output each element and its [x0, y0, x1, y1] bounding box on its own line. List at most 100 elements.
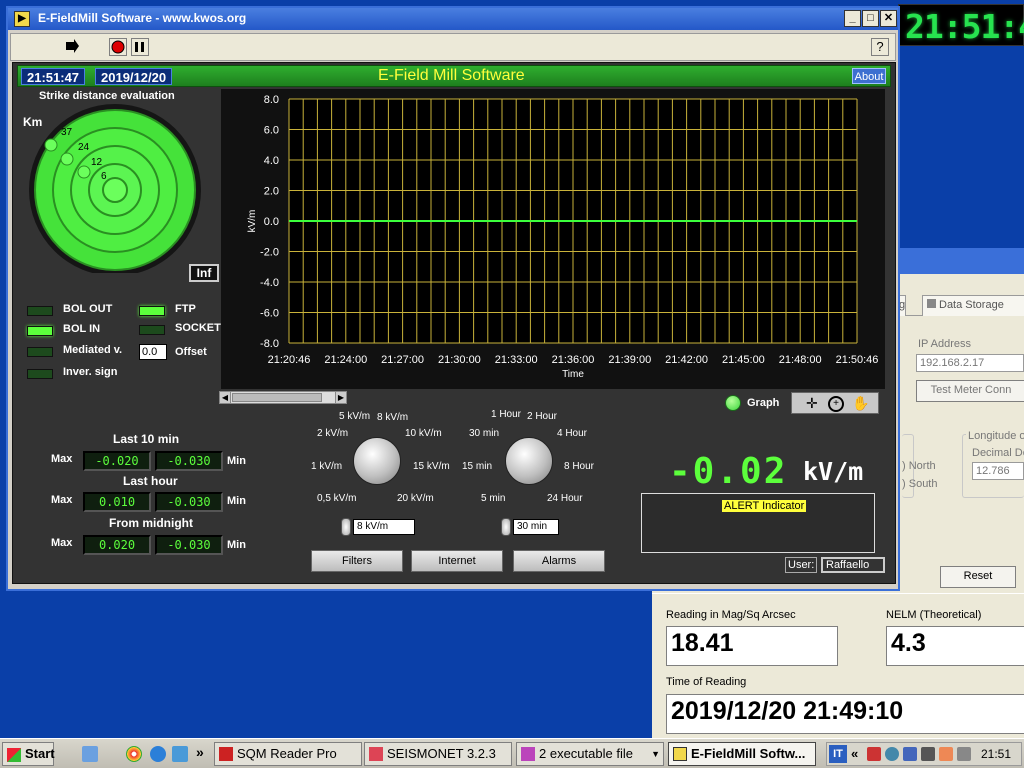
volume-icon[interactable]: [957, 747, 971, 761]
led-ftp: [139, 306, 165, 316]
x-tick-label: 21:48:00: [779, 354, 822, 366]
tray-app-icon-2[interactable]: [885, 747, 899, 761]
max-label-1: Max: [51, 453, 73, 465]
pause-button[interactable]: [131, 38, 149, 56]
chart-area: 8.0 6.0 4.0 2.0 0.0 -2.0 -4.0 -6.0 -8.0 21:20:46 2…: [221, 89, 885, 389]
show-desktop-icon[interactable]: [82, 746, 98, 762]
y-tick-label: 4.0: [264, 155, 279, 167]
time-window-knob[interactable]: [505, 437, 553, 485]
tray-clock[interactable]: 21:51: [981, 747, 1011, 761]
radar-label-12: 12: [91, 157, 103, 168]
mediated-toggle[interactable]: [27, 347, 53, 357]
y-tick-label: 2.0: [264, 186, 279, 198]
led-bol-out: [27, 306, 53, 316]
invert-sign-toggle[interactable]: [27, 369, 53, 379]
scroll-left-arrow[interactable]: ◀: [220, 392, 231, 403]
quick-launch-overflow-icon[interactable]: »: [196, 744, 204, 760]
sqm-app-icon: [219, 747, 233, 761]
last-10-min-min: -0.030: [155, 451, 223, 471]
tab-data-storage[interactable]: Data Storage: [922, 295, 1024, 316]
graph-toggle-led[interactable]: [725, 395, 741, 411]
maximize-button[interactable]: □: [862, 10, 879, 27]
minimize-button[interactable]: _: [844, 10, 861, 27]
range-knob[interactable]: [353, 437, 401, 485]
time-of-reading-label: Time of Reading: [666, 676, 747, 688]
close-button[interactable]: ✕: [880, 10, 897, 27]
alarms-button[interactable]: Alarms: [513, 550, 605, 572]
range-label-10: 10 kV/m: [405, 428, 442, 439]
efieldmill-task-icon: [673, 747, 687, 761]
tray-app-icon-1[interactable]: [867, 747, 881, 761]
min-label-3: Min: [227, 539, 246, 551]
group-dropdown-icon: ▼: [651, 749, 660, 759]
run-arrow-icon[interactable]: [63, 38, 81, 56]
range-spinner[interactable]: [341, 518, 351, 536]
scroll-right-arrow[interactable]: ▶: [335, 392, 346, 403]
north-radio[interactable]: ) North: [902, 460, 936, 472]
language-indicator[interactable]: IT: [829, 745, 847, 763]
range-value[interactable]: 8 kV/m: [353, 519, 415, 535]
pan-hand-icon[interactable]: ✋: [852, 395, 869, 412]
filters-button[interactable]: Filters: [311, 550, 403, 572]
crosshair-icon[interactable]: ✛: [806, 395, 818, 412]
tray-expand-icon[interactable]: «: [851, 746, 858, 761]
radar-label-24: 24: [78, 142, 90, 153]
about-button[interactable]: About: [852, 68, 886, 84]
internet-explorer-icon[interactable]: [150, 746, 166, 762]
task-executable-group[interactable]: 2 executable file ▼: [516, 742, 664, 766]
clock-digits: 21:51:48: [905, 7, 1024, 46]
longitude-field[interactable]: 12.786: [972, 462, 1024, 480]
south-radio[interactable]: ) South: [902, 478, 937, 490]
quick-launch-icon[interactable]: [172, 746, 188, 762]
x-tick-label: 21:33:00: [495, 354, 538, 366]
task-sqm-reader[interactable]: SQM Reader Pro: [214, 742, 362, 766]
y-tick-label: 8.0: [264, 94, 279, 106]
task-executable-label: 2 executable file: [539, 746, 633, 761]
help-button[interactable]: ?: [871, 38, 889, 56]
strike-title: Strike distance evaluation: [39, 90, 175, 102]
front-panel: 21:51:47 2019/12/20 E-Field Mill Softwar…: [12, 62, 896, 584]
sqm-tabs: g Data Storage: [894, 292, 1024, 316]
offset-input[interactable]: 0.0: [139, 344, 167, 360]
x-tick-label: 21:42:00: [665, 354, 708, 366]
tray-app-icon-3[interactable]: [921, 747, 935, 761]
time-label-1h: 1 Hour: [491, 409, 522, 420]
ip-address-field[interactable]: 192.168.2.17: [916, 354, 1024, 372]
header-date: 2019/12/20: [95, 68, 173, 85]
task-seismonet-label: SEISMONET 3.2.3: [387, 746, 496, 761]
internet-button[interactable]: Internet: [411, 550, 503, 572]
task-efieldmill[interactable]: E-FieldMill Softw...: [668, 742, 816, 766]
windows-logo-icon: [7, 748, 21, 762]
start-button[interactable]: Start: [2, 742, 55, 766]
decimal-degrees-label: Decimal De: [972, 447, 1024, 459]
time-spinner[interactable]: [501, 518, 511, 536]
label-bol-out: BOL OUT: [63, 303, 113, 315]
scroll-thumb[interactable]: [232, 393, 322, 402]
test-meter-connection-button[interactable]: Test Meter Conn: [916, 380, 1024, 402]
tray-app-icon-4[interactable]: [939, 747, 953, 761]
abort-stop-button[interactable]: [109, 38, 127, 56]
chart-scrollbar[interactable]: ◀ ▶: [219, 391, 347, 404]
max-label-3: Max: [51, 537, 73, 549]
infinite-distance-indicator: Inf: [189, 264, 219, 282]
reset-button[interactable]: Reset: [940, 566, 1016, 588]
window-titlebar[interactable]: ▶ E-FieldMill Software - www.kwos.org _ …: [8, 8, 898, 30]
zoom-icon[interactable]: +: [828, 396, 844, 412]
radar-center: [102, 177, 128, 203]
alert-indicator: ALERT Indicator: [722, 500, 807, 512]
time-window-value[interactable]: 30 min: [513, 519, 559, 535]
south-label: South: [908, 478, 938, 490]
x-tick-label: 21:50:46: [836, 354, 879, 366]
task-seismonet[interactable]: SEISMONET 3.2.3: [364, 742, 512, 766]
label-mediated: Mediated v.: [63, 344, 123, 356]
y-tick-label: -4.0: [260, 277, 279, 289]
user-name: Raffaello: [821, 557, 885, 573]
led-bol-in: [27, 326, 53, 336]
network-icon[interactable]: [903, 747, 917, 761]
from-midnight-max: 0.020: [83, 535, 151, 555]
range-label-05: 0,5 kV/m: [317, 493, 357, 504]
range-label-1: 1 kV/m: [311, 461, 343, 472]
north-label: North: [908, 460, 936, 472]
range-label-5: 5 kV/m: [339, 411, 371, 422]
chrome-icon[interactable]: [126, 746, 142, 762]
